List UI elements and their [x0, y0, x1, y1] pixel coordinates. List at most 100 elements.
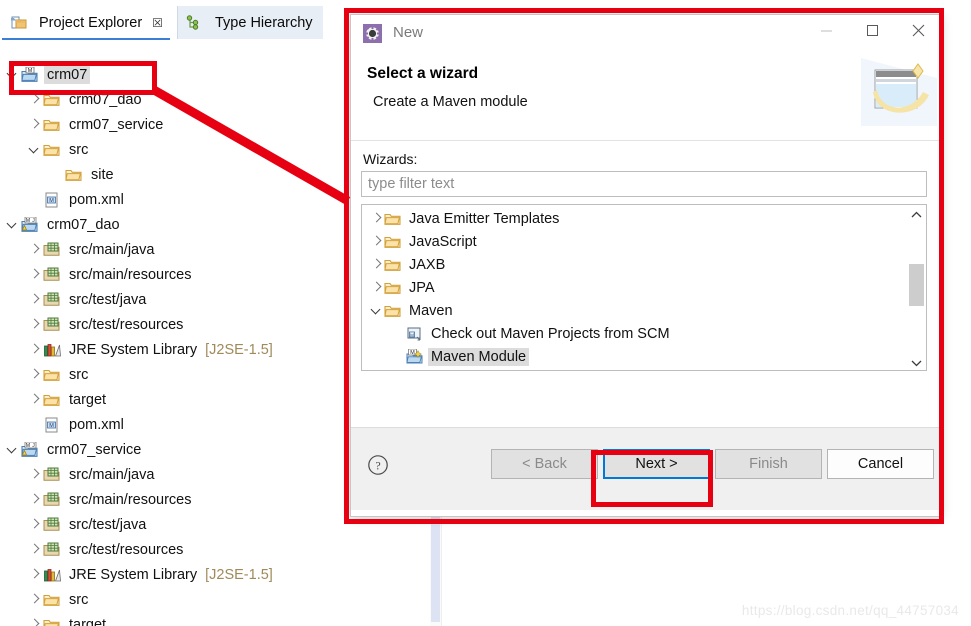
wizard-item-label: Maven	[409, 302, 453, 319]
scroll-down-arrow[interactable]	[908, 354, 925, 370]
filter-input[interactable]: type filter text	[361, 171, 927, 197]
chevron-right-icon[interactable]	[28, 243, 41, 256]
chevron-down-icon[interactable]	[370, 304, 383, 317]
folder-icon	[384, 257, 401, 272]
tab-close-icon[interactable]: ☒	[152, 16, 163, 30]
finish-button[interactable]: Finish	[715, 449, 822, 479]
wizard-scrollbar-thumb[interactable]	[909, 264, 924, 306]
tree-item-label: src/test/resources	[69, 541, 184, 558]
svg-text:M: M	[410, 350, 415, 356]
maven-scm-icon: M	[406, 326, 423, 341]
tree-item-label: src/main/resources	[69, 491, 192, 508]
cancel-button[interactable]: Cancel	[827, 449, 934, 479]
maven-java-project-icon: MJ	[21, 441, 39, 458]
chevron-right-icon[interactable]	[28, 543, 41, 556]
tree-item-label: crm07	[44, 65, 91, 84]
maximize-button[interactable]	[849, 15, 895, 46]
chevron-right-icon[interactable]	[28, 368, 41, 381]
maven-java-project-icon: MJ	[21, 216, 39, 233]
wizard-list-item[interactable]: Maven	[362, 299, 910, 322]
folder-icon	[65, 167, 83, 183]
new-wizard-dialog[interactable]: New Select a wizard Create a Maven modul…	[350, 14, 942, 517]
chevron-right-icon[interactable]	[28, 268, 41, 281]
dialog-body: Wizards: type filter text Java Emitter T…	[351, 141, 941, 427]
chevron-down-icon[interactable]	[28, 143, 41, 156]
minimize-button[interactable]	[803, 15, 849, 46]
tree-item[interactable]: JRE System Library [J2SE-1.5]	[0, 562, 430, 587]
dialog-title-bar: New	[351, 15, 941, 54]
chevron-down-icon[interactable]	[6, 218, 19, 231]
chevron-right-icon[interactable]	[28, 293, 41, 306]
tab-label: Type Hierarchy	[215, 14, 313, 31]
close-button[interactable]	[895, 15, 941, 46]
svg-text:M: M	[26, 218, 30, 224]
svg-text:M: M	[410, 332, 414, 337]
svg-text:M: M	[49, 198, 54, 204]
wizard-list[interactable]: Java Emitter Templates JavaScript JAXB JPA M…	[361, 204, 927, 371]
svg-text:M: M	[26, 443, 30, 449]
svg-text:M: M	[49, 423, 54, 429]
chevron-right-icon[interactable]	[370, 212, 383, 225]
wizard-item-label: Maven Module	[428, 347, 530, 366]
wizard-list-item[interactable]: JavaScript	[362, 230, 910, 253]
wizard-list-item[interactable]: JPA	[362, 276, 910, 299]
maven-module-icon: M	[406, 348, 423, 364]
source-folder-icon	[43, 317, 61, 333]
tree-item[interactable]: src	[0, 587, 430, 612]
tree-item-label: target	[69, 391, 107, 408]
svg-text:M: M	[28, 68, 33, 74]
chevron-right-icon[interactable]	[370, 258, 383, 271]
next-button[interactable]: Next >	[603, 449, 710, 479]
folder-icon	[43, 117, 61, 133]
chevron-right-icon[interactable]	[28, 618, 41, 626]
tree-item[interactable]: src/test/resources	[0, 537, 430, 562]
tree-item-label: crm07_dao	[47, 216, 120, 233]
wizard-list-item[interactable]: Java Emitter Templates	[362, 207, 910, 230]
chevron-right-icon[interactable]	[28, 318, 41, 331]
tree-item-label: src/main/java	[69, 241, 155, 258]
tree-item[interactable]: target	[0, 612, 430, 626]
jre-library-icon	[43, 567, 61, 583]
help-icon[interactable]: ?	[367, 454, 389, 476]
dialog-heading: Select a wizard	[367, 65, 479, 82]
wizard-list-item[interactable]: JAXB	[362, 253, 910, 276]
chevron-right-icon[interactable]	[28, 593, 41, 606]
type-hierarchy-icon	[186, 14, 204, 31]
jre-library-icon	[43, 342, 61, 358]
xml-file-icon: M	[43, 417, 61, 433]
tree-item-label: src/test/java	[69, 516, 147, 533]
back-button[interactable]: < Back	[491, 449, 598, 479]
tree-item-suffix: [J2SE-1.5]	[205, 566, 273, 583]
folder-icon	[43, 92, 61, 108]
chevron-right-icon[interactable]	[370, 235, 383, 248]
eclipse-gear-icon	[363, 24, 382, 43]
chevron-right-icon[interactable]	[28, 493, 41, 506]
chevron-right-icon[interactable]	[28, 93, 41, 106]
chevron-right-icon[interactable]	[28, 568, 41, 581]
tree-item-label: src/main/java	[69, 466, 155, 483]
wizard-list-item[interactable]: M Maven Module	[362, 345, 910, 368]
chevron-right-icon[interactable]	[28, 393, 41, 406]
tree-item-label: src/test/java	[69, 291, 147, 308]
chevron-down-icon[interactable]	[6, 443, 19, 456]
chevron-right-icon[interactable]	[28, 518, 41, 531]
dialog-header: Select a wizard Create a Maven module	[351, 54, 941, 140]
tree-item-label: src/test/resources	[69, 316, 184, 333]
filter-placeholder: type filter text	[368, 176, 455, 192]
tree-item-label: JRE System Library	[69, 341, 198, 358]
wizard-list-scrollbar[interactable]	[908, 206, 925, 370]
tab-type-hierarchy[interactable]: Type Hierarchy	[177, 6, 323, 39]
chevron-right-icon[interactable]	[28, 468, 41, 481]
chevron-right-icon[interactable]	[370, 281, 383, 294]
tab-project-explorer[interactable]: Project Explorer ☒	[2, 6, 173, 39]
chevron-right-icon[interactable]	[28, 343, 41, 356]
scroll-up-arrow[interactable]	[908, 206, 925, 223]
chevron-down-icon[interactable]	[6, 68, 19, 81]
source-folder-icon	[43, 292, 61, 308]
chevron-right-icon[interactable]	[28, 118, 41, 131]
tree-item-suffix: [J2SE-1.5]	[205, 341, 273, 358]
wizard-list-item[interactable]: M Check out Maven Projects from SCM	[362, 322, 910, 345]
